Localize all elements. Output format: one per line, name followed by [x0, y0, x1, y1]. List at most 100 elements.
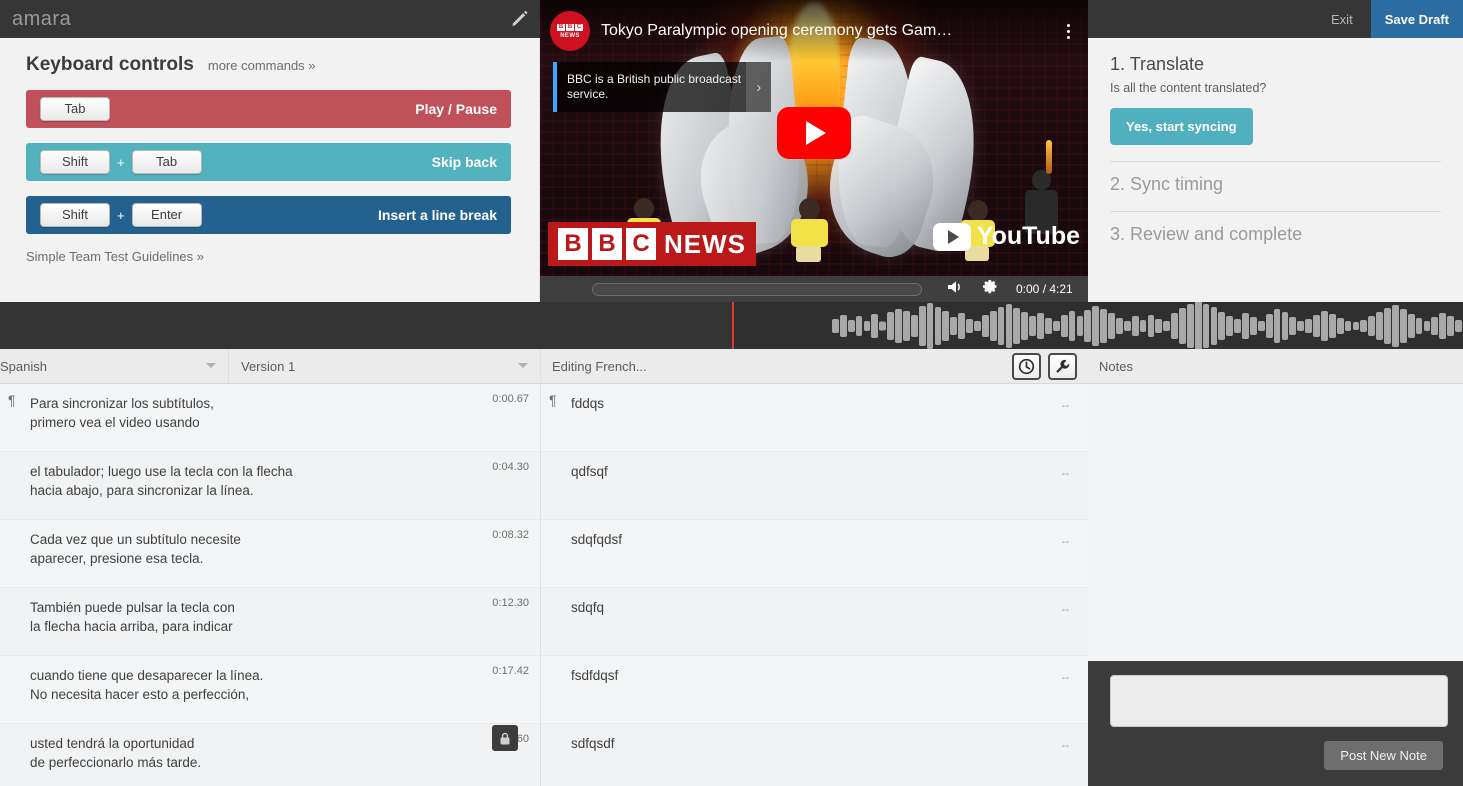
- waveform-bar: [942, 310, 950, 341]
- exit-button[interactable]: Exit: [1313, 0, 1371, 38]
- reference-subtitle-list[interactable]: ¶ Para sincronizar los subtítulos, primero…: [0, 384, 540, 786]
- note-input[interactable]: [1110, 675, 1448, 727]
- version-selector[interactable]: Version 1: [228, 348, 540, 384]
- step-sync-timing[interactable]: 2. Sync timing: [1110, 161, 1441, 195]
- waveform-bar: [950, 316, 958, 335]
- subtitle-text[interactable]: sdfqsdf: [571, 735, 1018, 754]
- top-bar-right: Exit Save Draft: [1088, 0, 1463, 38]
- subtitle-row[interactable]: sdfqsdf --: [541, 724, 1088, 786]
- channel-info-callout[interactable]: BBC is a British public broadcast servic…: [553, 62, 771, 112]
- subtitle-row[interactable]: Cada vez que un subtítulo necesite aparec…: [0, 520, 540, 588]
- step-review-complete[interactable]: 3. Review and complete: [1110, 211, 1441, 245]
- waveform-bar: [997, 306, 1005, 345]
- page-title: Keyboard controls: [26, 54, 194, 75]
- waveform-bar: [1423, 320, 1431, 331]
- waveform-bar: [1431, 316, 1439, 335]
- subtitle-text[interactable]: usted tendrá la oportunidad de perfeccion…: [30, 735, 470, 772]
- more-options-icon[interactable]: [1056, 23, 1080, 39]
- subtitle-timestamp[interactable]: --: [1062, 400, 1069, 412]
- more-commands-link[interactable]: more commands »: [208, 58, 316, 73]
- waveform-bar: [1115, 317, 1123, 334]
- notes-header: Notes: [1088, 349, 1463, 384]
- waveform-bar: [1147, 314, 1155, 337]
- waveform-bar: [1155, 318, 1163, 333]
- paragraph-marker-icon[interactable]: ¶: [8, 392, 16, 408]
- step-subtitle-translate: Is all the content translated?: [1110, 81, 1267, 95]
- waveform-bar: [1179, 307, 1186, 344]
- subtitle-row[interactable]: cuando tiene que desaparecer la línea. No…: [0, 656, 540, 724]
- subtitle-timestamp[interactable]: 0:00.67: [492, 393, 529, 405]
- language-selector[interactable]: Spanish: [0, 349, 228, 384]
- subtitle-text[interactable]: cuando tiene que desaparecer la línea. No…: [30, 667, 470, 704]
- amara-logo[interactable]: amara: [0, 8, 71, 31]
- subtitle-text[interactable]: También puede pulsar la tecla con la flec…: [30, 599, 470, 636]
- subtitle-row[interactable]: ¶ Para sincronizar los subtítulos, primero…: [0, 384, 540, 452]
- volume-icon[interactable]: [946, 279, 966, 300]
- youtube-watermark: YouTube: [932, 222, 1080, 251]
- waveform-bar: [879, 321, 887, 330]
- start-syncing-button[interactable]: Yes, start syncing: [1110, 108, 1253, 145]
- bbc-letters-icon: BBC: [558, 228, 656, 260]
- shortcut-row-play-pause[interactable]: Tab Play / Pause: [26, 90, 511, 128]
- key-enter: Enter: [131, 203, 202, 227]
- lock-icon[interactable]: [492, 725, 518, 751]
- keyboard-controls-header: Keyboard controls more commands »: [26, 54, 511, 76]
- pencil-icon[interactable]: [510, 9, 530, 29]
- waveform-bar: [1407, 313, 1415, 338]
- settings-gear-icon[interactable]: [983, 279, 998, 299]
- subtitle-row[interactable]: sdqfq --: [541, 588, 1088, 656]
- subtitle-timestamp[interactable]: 0:04.30: [492, 461, 529, 473]
- video-progress-bar[interactable]: [592, 282, 922, 296]
- clock-icon[interactable]: [1012, 352, 1041, 380]
- keyboard-controls-panel: Keyboard controls more commands » Tab Pl…: [0, 38, 540, 302]
- waveform-bar: [902, 310, 910, 341]
- subtitle-row[interactable]: También puede pulsar la tecla con la flec…: [0, 588, 540, 656]
- subtitle-timestamp[interactable]: --: [1062, 468, 1069, 480]
- subtitle-text[interactable]: el tabulador; luego use la tecla con la …: [30, 463, 470, 500]
- subtitle-row[interactable]: el tabulador; luego use la tecla con la …: [0, 452, 540, 520]
- chevron-right-icon[interactable]: ›: [746, 62, 771, 112]
- play-button[interactable]: [777, 107, 851, 159]
- step-translate: 1. Translate Is all the content translat…: [1110, 54, 1441, 145]
- shortcut-row-skip-back[interactable]: Shift + Tab Skip back: [26, 143, 511, 181]
- subtitle-text[interactable]: Cada vez que un subtítulo necesite aparec…: [30, 531, 470, 568]
- shortcut-row-line-break[interactable]: Shift + Enter Insert a line break: [26, 196, 511, 234]
- waveform-bar: [989, 310, 997, 341]
- subtitle-timestamp[interactable]: --: [1062, 672, 1069, 684]
- paragraph-marker-icon[interactable]: ¶: [549, 392, 557, 408]
- key-tab: Tab: [131, 150, 202, 174]
- timeline-playhead[interactable]: [732, 302, 734, 349]
- subtitle-timestamp[interactable]: --: [1062, 604, 1069, 616]
- post-new-note-button[interactable]: Post New Note: [1324, 741, 1443, 770]
- subtitle-row[interactable]: qdfsqf --: [541, 452, 1088, 520]
- waveform-bar: [981, 314, 989, 337]
- subtitle-text[interactable]: qdfsqf: [571, 463, 1018, 482]
- channel-avatar[interactable]: BBC NEWS: [550, 11, 590, 51]
- subtitle-text[interactable]: fsdfdqsf: [571, 667, 1018, 686]
- step-title-translate: 1. Translate: [1110, 54, 1205, 74]
- subtitle-row[interactable]: usted tendrá la oportunidad de perfeccion…: [0, 724, 540, 786]
- youtube-play-icon: [932, 222, 971, 251]
- save-draft-button[interactable]: Save Draft: [1370, 0, 1463, 38]
- subtitle-text[interactable]: fddqs: [571, 395, 1018, 414]
- subtitle-row[interactable]: ¶ fddqs --: [541, 384, 1088, 452]
- wrench-icon[interactable]: [1048, 352, 1077, 380]
- subtitle-timestamp[interactable]: 0:17.42: [492, 665, 529, 677]
- key-shift: Shift: [40, 203, 110, 227]
- subtitle-text[interactable]: sdqfq: [571, 599, 1018, 618]
- chevron-down-icon: [518, 362, 528, 368]
- team-guidelines-link[interactable]: Simple Team Test Guidelines »: [26, 249, 511, 264]
- video-player[interactable]: BBC NEWS Tokyo Paralympic opening ceremo…: [540, 0, 1088, 302]
- subtitle-timestamp[interactable]: --: [1062, 740, 1069, 752]
- subtitle-text[interactable]: Para sincronizar los subtítulos, primero …: [30, 395, 470, 432]
- audio-timeline[interactable]: [0, 302, 1463, 349]
- subtitle-text[interactable]: sdqfqdsf: [571, 531, 1018, 550]
- video-title[interactable]: Tokyo Paralympic opening ceremony gets G…: [601, 22, 1056, 40]
- subtitle-row[interactable]: fsdfdqsf --: [541, 656, 1088, 724]
- editing-subtitle-list[interactable]: ¶ fddqs -- qdfsqf -- sdqfqdsf -- sdqfq -- fsdfdqs…: [541, 384, 1088, 786]
- subtitle-timestamp[interactable]: --: [1062, 536, 1069, 548]
- subtitle-timestamp[interactable]: 0:12.30: [492, 597, 529, 609]
- subtitle-timestamp[interactable]: 0:08.32: [492, 529, 529, 541]
- subtitle-row[interactable]: sdqfqdsf --: [541, 520, 1088, 588]
- editing-column-header: Editing French...: [541, 349, 1088, 384]
